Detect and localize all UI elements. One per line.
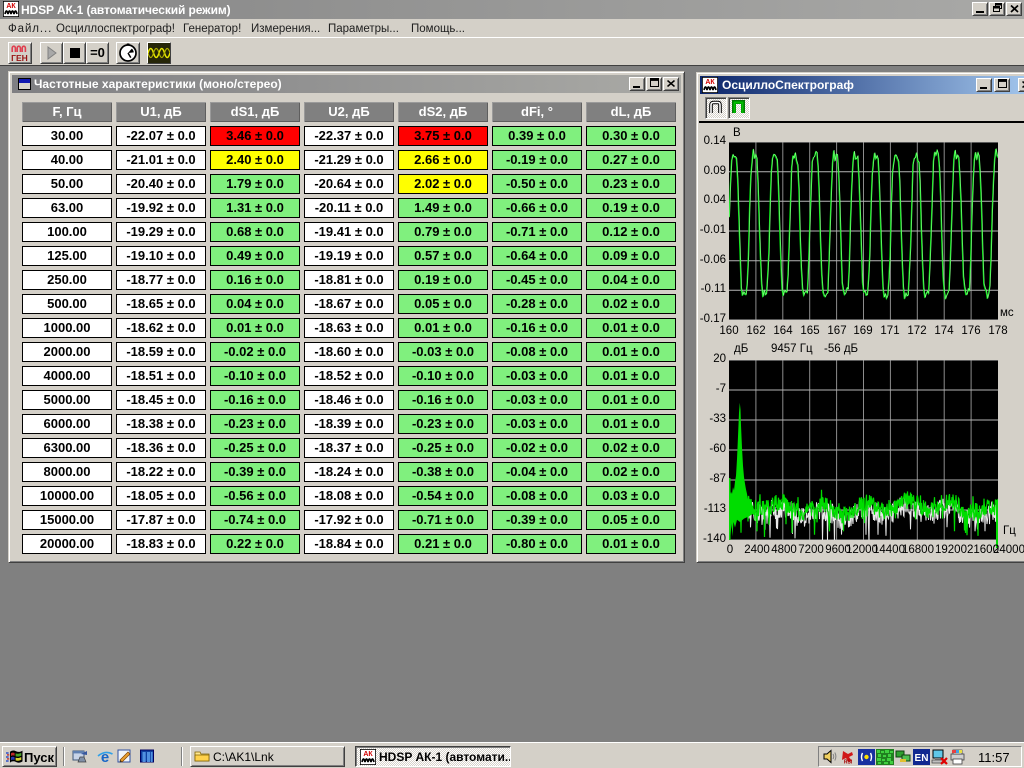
svg-text:EN: EN (915, 753, 929, 764)
svg-text:АК: АК (363, 751, 373, 758)
svg-text:АК: АК (705, 79, 715, 86)
svg-text:АК: АК (6, 3, 16, 10)
svg-text:ГЕН: ГЕН (11, 53, 28, 63)
svg-text:e: e (101, 749, 109, 764)
svg-text:RSI: RSI (844, 760, 853, 765)
